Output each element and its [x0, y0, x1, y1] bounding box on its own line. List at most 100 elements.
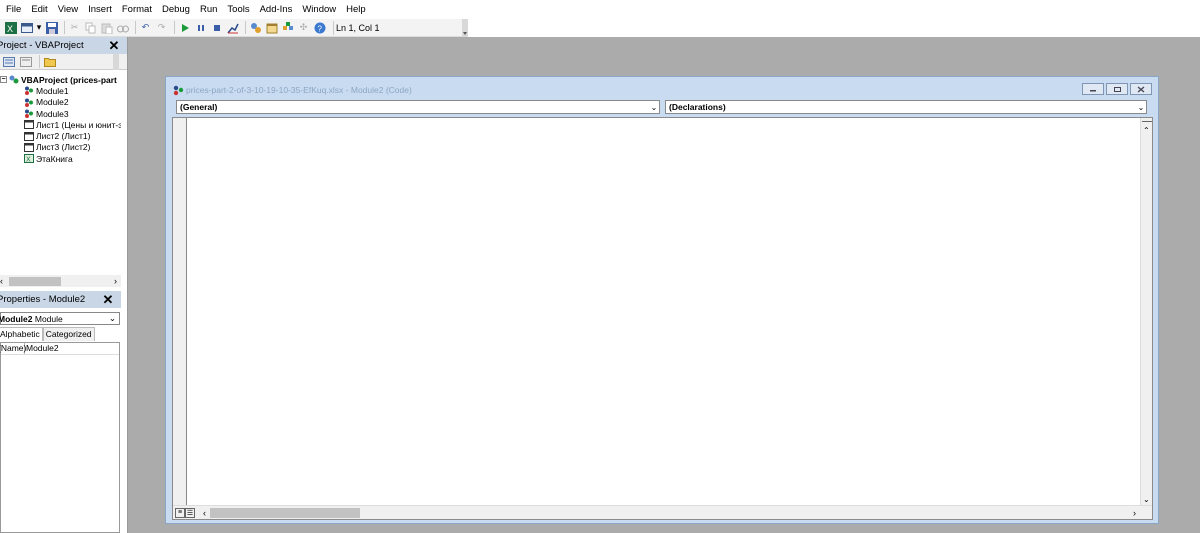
toolbar-options-grip[interactable] [462, 18, 468, 37]
split-bar[interactable] [1142, 118, 1152, 122]
scroll-right-icon[interactable]: › [1133, 508, 1136, 518]
paste-icon[interactable] [100, 21, 113, 34]
tree-item-sheet2[interactable]: Лист2 (Лист1) [0, 130, 121, 141]
window-controls [1080, 83, 1152, 95]
save-icon[interactable] [45, 21, 58, 34]
menu-tools[interactable]: Tools [227, 4, 249, 15]
menu-format[interactable]: Format [122, 4, 152, 15]
minimize-button[interactable] [1082, 83, 1104, 95]
tab-categorized[interactable]: Categorized [42, 327, 95, 341]
property-key: (Name) [0, 343, 27, 354]
scroll-thumb[interactable] [210, 507, 360, 518]
view-object-icon[interactable] [19, 55, 32, 68]
scroll-thumb[interactable] [9, 276, 61, 286]
code-editor[interactable]: ⌃ ⌄ ≡ ☰ ‹ › [172, 117, 1153, 520]
tree-item-module1[interactable]: Module1 [0, 85, 121, 96]
worksheet-icon [24, 131, 34, 141]
menu-add-ins[interactable]: Add-Ins [260, 4, 293, 15]
menu-edit[interactable]: Edit [31, 4, 47, 15]
project-explorer-title-bar[interactable]: Project - VBAProject ✕ [0, 37, 127, 54]
property-value[interactable]: Module2 [25, 343, 59, 354]
menu-bar: File Edit View Insert Format Debug Run T… [0, 0, 1200, 19]
project-explorer-icon[interactable] [249, 21, 262, 34]
scroll-left-icon[interactable]: ‹ [203, 508, 206, 518]
code-vscrollbar[interactable]: ⌃ ⌄ [1140, 118, 1152, 506]
toolbar-separator [245, 21, 246, 34]
property-row[interactable]: (Name) Module2 [0, 343, 119, 355]
close-icon[interactable]: ✕ [107, 38, 121, 53]
tree-item-sheet3[interactable]: Лист3 (Лист2) [0, 142, 121, 153]
tree-item-label: Module3 [36, 108, 69, 119]
properties-grid: (Name) Module2 [0, 342, 120, 533]
undo-icon[interactable]: ↶ [139, 21, 152, 34]
menu-debug[interactable]: Debug [162, 4, 190, 15]
toolbar-separator [135, 21, 136, 34]
tree-item-label: Лист3 (Лист2) [36, 142, 91, 153]
project-tree-hscrollbar[interactable]: ‹ › [0, 275, 121, 287]
properties-title: Properties - Module2 [0, 294, 86, 305]
properties-window-icon[interactable] [265, 21, 278, 34]
reset-icon[interactable] [210, 21, 223, 34]
properties-title-bar[interactable]: Properties - Module2 ✕ [0, 291, 121, 308]
project-explorer-title: Project - VBAProject [0, 40, 84, 51]
tree-item-sheet1[interactable]: Лист1 (Цены и юнит-эк [0, 119, 121, 130]
project-explorer-toolbar [0, 54, 127, 70]
procedure-view-icon[interactable]: ≡ [175, 507, 185, 518]
close-icon[interactable]: ✕ [101, 292, 115, 307]
scroll-right-icon[interactable]: › [114, 276, 117, 286]
object-type: Module [34, 313, 63, 324]
procedure-combo[interactable]: (Declarations) ⌄ [665, 100, 1147, 114]
collapse-icon[interactable]: − [0, 76, 7, 84]
menu-file[interactable]: File [6, 4, 21, 15]
cut-icon[interactable]: ✂ [68, 21, 81, 34]
toggle-folders-icon[interactable] [43, 55, 56, 68]
tree-item-module3[interactable]: Module3 [0, 108, 121, 119]
find-icon[interactable] [116, 21, 129, 34]
menu-insert[interactable]: Insert [88, 4, 112, 15]
excel-icon[interactable]: X [4, 21, 17, 34]
restore-button[interactable] [1106, 83, 1128, 95]
module-icon [24, 109, 34, 119]
redo-icon[interactable]: ↷ [155, 21, 168, 34]
help-icon[interactable]: ? [313, 21, 326, 34]
scroll-up-icon[interactable]: ⌃ [1143, 126, 1150, 135]
properties-object-select[interactable]: Module2 Module ⌄ [0, 312, 120, 325]
toolbar-separator [64, 21, 65, 34]
tree-item-thisworkbook[interactable]: X ЭтаКнига [0, 153, 121, 164]
menu-run[interactable]: Run [200, 4, 217, 15]
close-button[interactable] [1130, 83, 1152, 95]
scroll-down-icon[interactable]: ⌄ [1143, 495, 1150, 504]
menu-view[interactable]: View [58, 4, 78, 15]
standard-toolbar: X ▾ ✂ ↶ ↷ ✣ ? Ln 1, Col 1 [0, 18, 468, 37]
menu-window[interactable]: Window [302, 4, 336, 15]
chevron-down-icon[interactable]: ⌄ [649, 103, 659, 112]
chevron-down-icon[interactable]: ▾ [36, 21, 42, 34]
chevron-down-icon[interactable]: ⌄ [1136, 103, 1146, 112]
copy-icon[interactable] [84, 21, 97, 34]
chevron-down-icon[interactable]: ⌄ [109, 313, 116, 324]
menu-help[interactable]: Help [346, 4, 366, 15]
design-mode-icon[interactable] [226, 21, 239, 34]
break-icon[interactable] [194, 21, 207, 34]
procedure-combo-value: (Declarations) [669, 102, 726, 112]
properties-tabs: Alphabetic Categorized [0, 327, 121, 341]
object-browser-icon[interactable] [281, 21, 294, 34]
view-code-icon[interactable] [2, 55, 15, 68]
module-icon [24, 98, 34, 107]
toolbox-icon[interactable]: ✣ [297, 21, 310, 34]
tree-item-label: Лист1 (Цены и юнит-эк [36, 119, 121, 130]
object-combo[interactable]: (General) ⌄ [176, 100, 660, 114]
tree-item-vbaproject[interactable]: − VBAProject (prices-part [0, 74, 121, 85]
tree-item-label: Лист2 (Лист1) [36, 131, 91, 142]
tab-alphabetic[interactable]: Alphabetic [0, 327, 43, 341]
run-icon[interactable] [178, 21, 191, 34]
code-window-title-bar[interactable]: prices-part-2-of-3-10-19-10-35-EfKuq.xls… [172, 83, 412, 97]
scroll-left-icon[interactable]: ‹ [0, 276, 3, 286]
insert-userform-icon[interactable] [20, 21, 33, 34]
code-window-title: prices-part-2-of-3-10-19-10-35-EfKuq.xls… [186, 85, 412, 95]
margin-indicator-bar[interactable] [173, 118, 187, 506]
toolbar-grip[interactable] [113, 54, 119, 70]
tree-item-module2[interactable]: Module2 [0, 97, 121, 108]
full-module-view-icon[interactable]: ☰ [185, 507, 195, 518]
code-hscrollbar[interactable]: ≡ ☰ ‹ › [173, 505, 1152, 519]
